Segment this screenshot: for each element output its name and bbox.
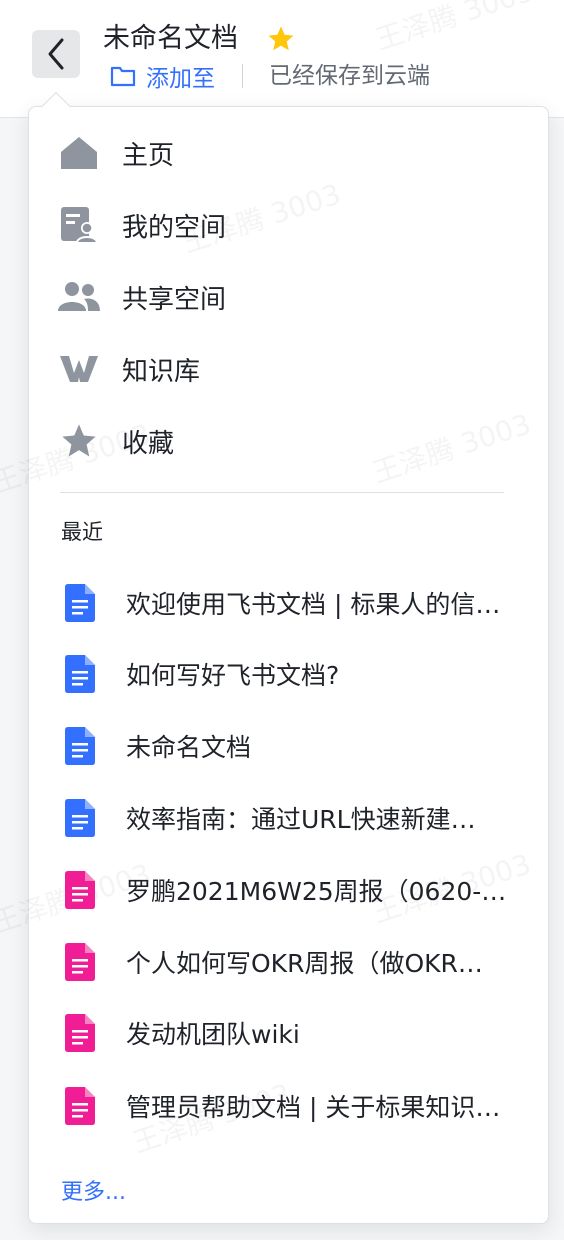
top-bar: 未命名文档 添加至 已经保存到云端 王泽腾 3003 xyxy=(0,0,564,118)
recent-doc-item[interactable]: 如何写好飞书文档? xyxy=(28,644,548,704)
divider xyxy=(242,64,243,88)
watermark: 王泽腾 3003 xyxy=(371,0,538,57)
add-to-button[interactable]: 添加至 xyxy=(110,60,215,92)
recent-doc-label: 效率指南：通过URL快速新建… xyxy=(126,805,476,834)
home-icon xyxy=(58,132,100,174)
document-icon xyxy=(65,655,95,693)
document-icon xyxy=(65,584,95,622)
recent-doc-label: 如何写好飞书文档? xyxy=(126,661,340,690)
document-icon xyxy=(65,727,95,765)
nav-item-wiki[interactable]: 知识库 xyxy=(28,341,528,397)
nav-item-label: 主页 xyxy=(122,140,175,171)
recent-doc-item[interactable]: 管理员帮助文档 | 关于标果知识… xyxy=(28,1076,548,1136)
nav-item-label: 共享空间 xyxy=(122,284,227,315)
nav-item-home[interactable]: 主页 xyxy=(28,125,528,181)
shared-space-icon xyxy=(58,276,100,318)
recent-doc-label: 罗鹏2021M6W25周报（0620-… xyxy=(126,877,507,906)
document-icon xyxy=(65,1087,95,1125)
recent-doc-item[interactable]: 发动机团队wiki xyxy=(28,1003,548,1063)
document-icon xyxy=(65,799,95,837)
section-divider xyxy=(60,492,504,493)
recent-doc-label: 发动机团队wiki xyxy=(126,1020,300,1049)
recent-doc-label: 个人如何写OKR周报（做OKR… xyxy=(126,949,483,978)
recent-doc-label: 管理员帮助文档 | 关于标果知识… xyxy=(126,1093,501,1122)
document-icon xyxy=(65,1014,95,1052)
add-to-label: 添加至 xyxy=(146,66,215,92)
save-status: 已经保存到云端 xyxy=(269,63,430,89)
nav-item-shared-space[interactable]: 共享空间 xyxy=(28,269,528,325)
folder-icon xyxy=(110,66,136,87)
recent-doc-label: 未命名文档 xyxy=(126,733,252,762)
nav-item-label: 知识库 xyxy=(122,356,201,387)
my-space-icon xyxy=(58,204,100,246)
chevron-left-icon xyxy=(48,38,64,70)
wiki-icon xyxy=(58,348,100,390)
document-icon xyxy=(65,871,95,909)
recent-doc-item[interactable]: 效率指南：通过URL快速新建… xyxy=(28,788,548,848)
nav-item-label: 我的空间 xyxy=(122,212,227,243)
document-icon xyxy=(65,943,95,981)
nav-item-favorites[interactable]: 收藏 xyxy=(28,413,528,469)
recent-doc-label: 欢迎使用飞书文档 | 标果人的信… xyxy=(126,590,501,619)
back-button[interactable] xyxy=(32,30,80,78)
recent-doc-item[interactable]: 欢迎使用飞书文档 | 标果人的信… xyxy=(28,573,548,633)
nav-item-label: 收藏 xyxy=(122,428,175,459)
recent-doc-item[interactable]: 个人如何写OKR周报（做OKR… xyxy=(28,932,548,992)
recent-doc-item[interactable]: 未命名文档 xyxy=(28,716,548,776)
nav-item-my-space[interactable]: 我的空间 xyxy=(28,197,528,253)
star-icon xyxy=(58,420,100,462)
recent-section-title: 最近 xyxy=(61,520,103,544)
recent-doc-item[interactable]: 罗鹏2021M6W25周报（0620-… xyxy=(28,860,548,920)
more-link[interactable]: 更多... xyxy=(61,1174,126,1206)
favorite-star-icon[interactable] xyxy=(266,24,296,54)
doc-title: 未命名文档 xyxy=(103,23,238,54)
